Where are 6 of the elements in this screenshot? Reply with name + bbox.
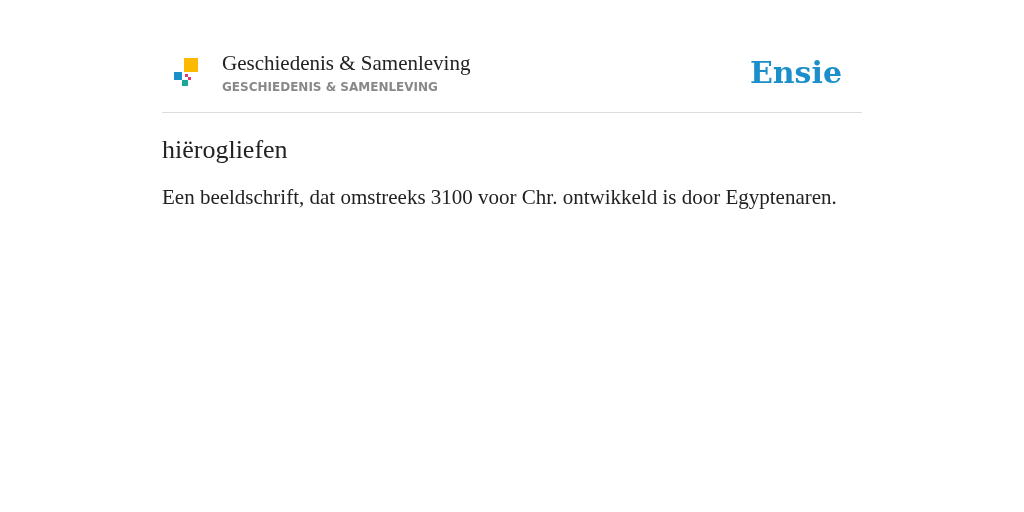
entry-definition: Een beeldschrift, dat omstreeks 3100 voor Chr. ontwikkeld is door Egyptenaren. — [162, 185, 838, 210]
entry-term: hiërogliefen — [162, 135, 289, 165]
brand-logo[interactable]: Ensie — [749, 54, 842, 90]
category-title[interactable]: Geschiedenis & Samenleving — [222, 50, 750, 76]
category-icon — [174, 58, 198, 86]
category-subtitle: GESCHIEDENIS & SAMENLEVING — [222, 79, 439, 94]
